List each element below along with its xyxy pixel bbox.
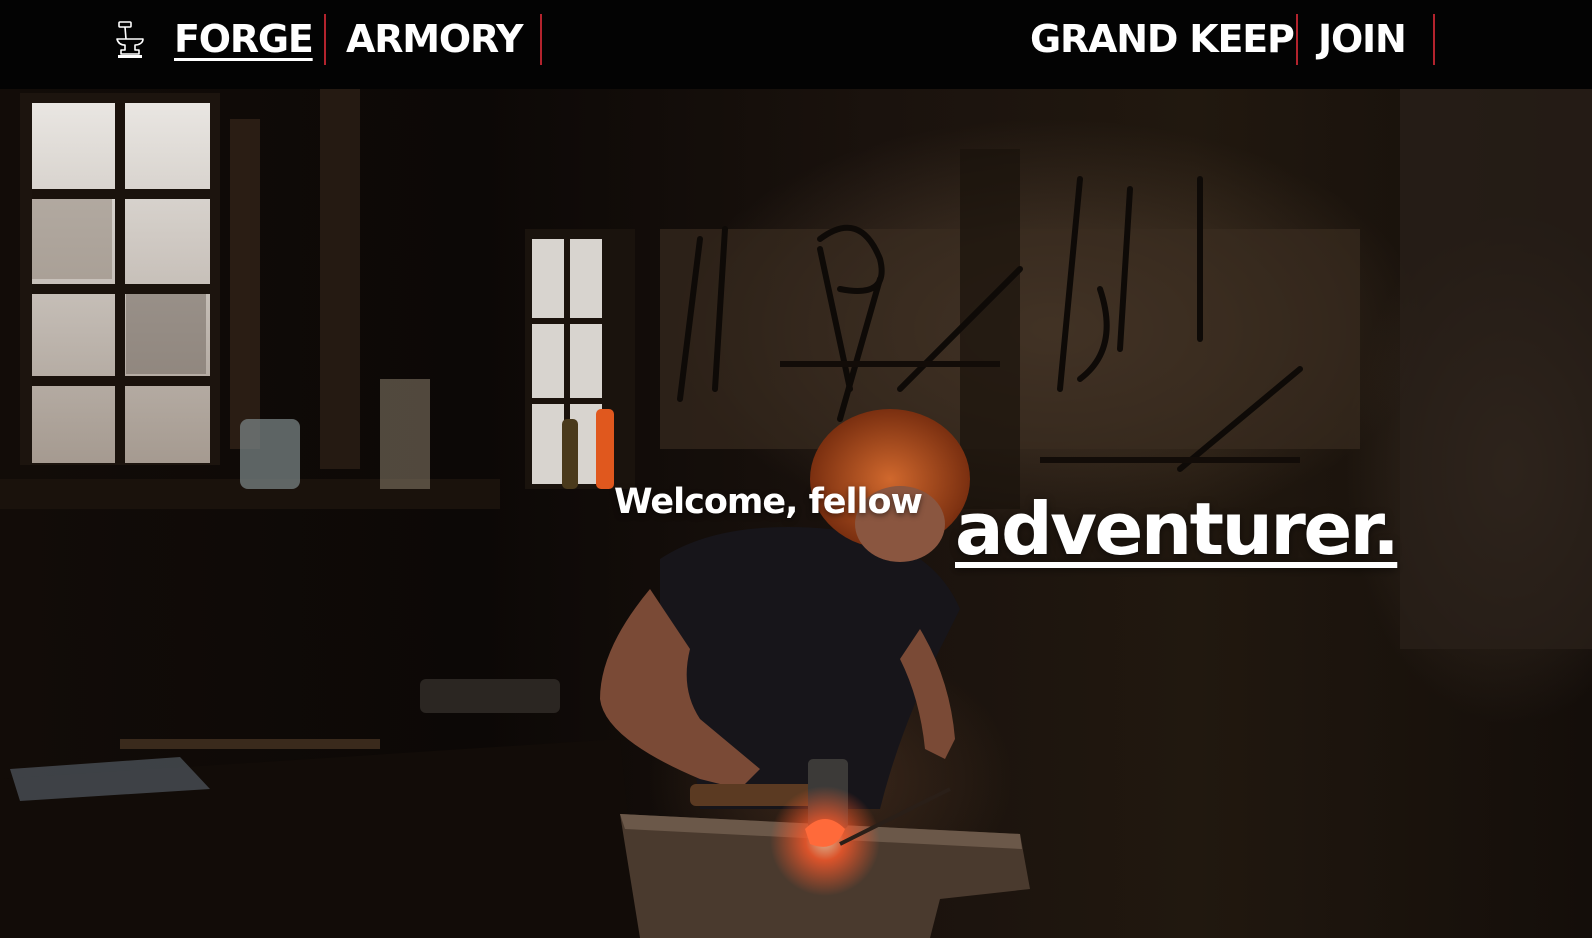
- nav-divider: [1296, 14, 1298, 65]
- middle-window: [525, 229, 635, 489]
- nav-link-armory[interactable]: ARMORY: [346, 14, 523, 64]
- nav-link-join[interactable]: JOIN: [1318, 14, 1407, 64]
- anvil-hammer-icon[interactable]: [113, 19, 149, 61]
- nav-divider: [540, 14, 542, 65]
- hero-adventurer-text[interactable]: adventurer.: [955, 487, 1400, 571]
- blacksmith-figure: [600, 409, 970, 829]
- hero-section: Welcome, fellow adventurer.: [0, 89, 1592, 938]
- left-window: [20, 89, 360, 469]
- nav-link-grand-keep[interactable]: GRAND KEEP: [1030, 14, 1295, 64]
- hero-welcome-text: Welcome, fellow: [614, 482, 923, 522]
- top-navigation-bar: FORGE ARMORY GRAND KEEP JOIN: [0, 0, 1592, 89]
- nav-divider: [324, 14, 326, 65]
- nav-link-forge[interactable]: FORGE: [174, 14, 314, 64]
- nav-divider: [1433, 14, 1435, 65]
